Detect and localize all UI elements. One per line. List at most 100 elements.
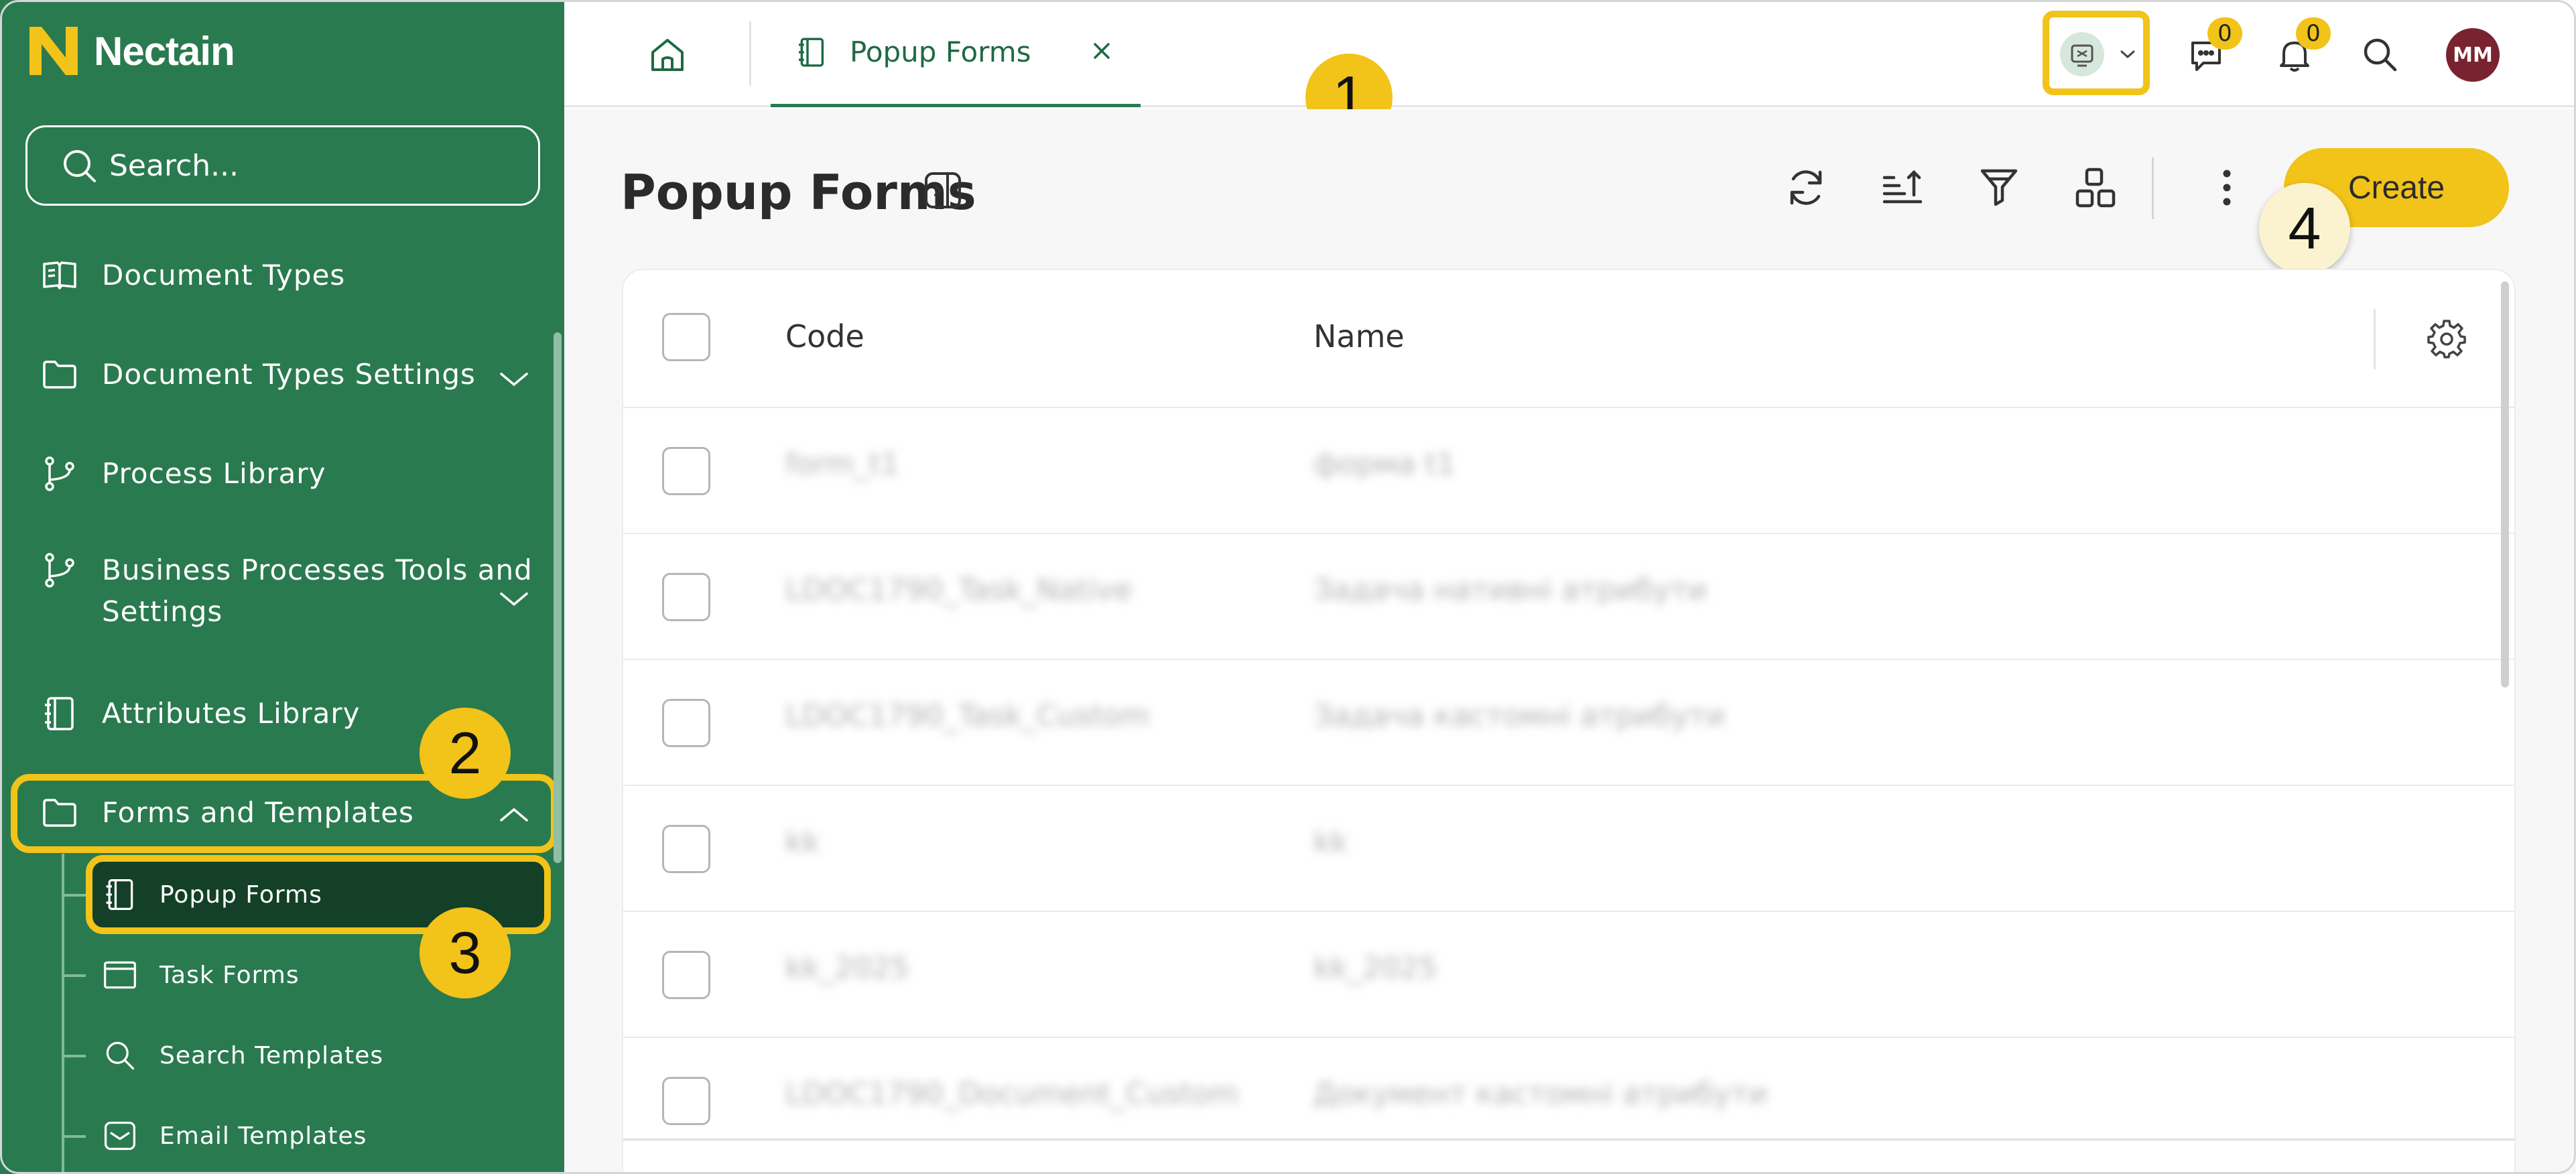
sidebar-subitem-popup-forms[interactable]: Popup Forms [102, 876, 322, 913]
workspace-switcher-icon[interactable] [2059, 31, 2106, 78]
sidebar-subitem-label: Email Templates [159, 1122, 367, 1150]
column-header-name[interactable]: Name [1313, 318, 1405, 354]
sidebar-item-label: Document Types Settings [102, 358, 476, 391]
cell-name: kk_2025 [1313, 951, 1437, 985]
table-row[interactable]: kk_2025 kk_2025 [623, 912, 2514, 1038]
column-header-code[interactable]: Code [785, 318, 864, 354]
row-checkbox[interactable] [662, 825, 710, 873]
search-placeholder: Search... [109, 148, 239, 183]
notebook-icon [799, 37, 824, 67]
cell-name: Документ кастомні атрибути [1313, 1077, 1768, 1111]
cell-name: kk [1313, 825, 1348, 859]
row-checkbox[interactable] [662, 699, 710, 747]
notebook-icon [106, 878, 133, 911]
sidebar-item-label: Attributes Library [102, 697, 361, 730]
messages-badge: 0 [2207, 17, 2242, 50]
notebook-icon [45, 697, 74, 730]
step-marker-2: 2 [420, 708, 511, 799]
search-icon [106, 1041, 135, 1070]
table-row[interactable]: LDOC1790_Task_Custom Задача кастомні атр… [623, 660, 2514, 786]
chevron-down-icon[interactable] [497, 362, 531, 395]
tab-popup-forms[interactable]: Popup Forms [771, 0, 1141, 107]
sidebar-item-label-line1: Business Processes Tools and [102, 553, 533, 586]
table-row[interactable]: form_t1 форма t1 [623, 408, 2514, 534]
refresh-icon[interactable] [1783, 164, 1829, 211]
search-icon[interactable] [2360, 35, 2400, 75]
brand-name: Nectain [94, 28, 235, 74]
sidebar-subitem-email-templates[interactable]: Email Templates [102, 1118, 367, 1154]
panel-toggle-icon[interactable] [922, 170, 964, 211]
chevron-down-icon[interactable] [2118, 44, 2138, 64]
table-scrollbar[interactable] [2501, 281, 2509, 688]
sidebar-subitem-label: Search Templates [159, 1041, 384, 1069]
home-icon[interactable] [647, 35, 688, 75]
window-icon [104, 961, 136, 989]
sidebar-subitem-label: Task Forms [159, 961, 300, 989]
mail-icon [104, 1121, 136, 1151]
close-icon[interactable] [1090, 39, 1114, 63]
table-row[interactable]: kk kk [623, 786, 2514, 912]
step-marker-3: 3 [420, 907, 511, 998]
sidebar-item-forms-and-templates[interactable]: Forms and Templates [40, 792, 550, 834]
sidebar-subitem-task-forms[interactable]: Task Forms [102, 957, 300, 993]
step-marker-4: 4 [2259, 183, 2350, 274]
git-branch-icon [45, 553, 74, 588]
brand-logo[interactable]: Nectain [29, 27, 235, 75]
table-row[interactable]: LDOC1790_Task_Native Задача нативні атри… [623, 534, 2514, 660]
sidebar: Nectain Search... Document Types Documen… [0, 0, 564, 1174]
cell-name: форма t1 [1313, 447, 1456, 481]
chevron-down-icon[interactable] [497, 582, 531, 615]
sort-icon[interactable] [1879, 164, 1926, 211]
chevron-up-icon[interactable] [497, 797, 531, 831]
sidebar-item-business-processes-tools[interactable]: Business Processes Tools and Settings [40, 551, 550, 633]
sidebar-item-document-types[interactable]: Document Types [40, 255, 550, 296]
cell-code: kk_2025 [785, 951, 909, 985]
sidebar-item-label: Forms and Templates [102, 796, 414, 829]
table-footer [623, 1138, 2514, 1174]
sidebar-item-label: Business Processes Tools and Settings [102, 549, 533, 633]
sidebar-search-input[interactable]: Search... [25, 125, 540, 206]
nectain-logo-icon [29, 27, 78, 75]
filter-icon[interactable] [1976, 164, 2022, 211]
sidebar-item-process-library[interactable]: Process Library [40, 453, 550, 495]
sidebar-item-label: Process Library [102, 457, 326, 490]
tree-branch [62, 1135, 86, 1138]
tree-connector [62, 854, 64, 1174]
cell-code: LDOC1790_Document_Custom [785, 1077, 1239, 1111]
header-divider [2374, 309, 2376, 369]
cell-code: LDOC1790_Task_Custom [785, 699, 1150, 733]
gear-icon[interactable] [2426, 317, 2467, 358]
select-all-checkbox[interactable] [662, 313, 710, 361]
cell-name: Задача кастомні атрибути [1313, 699, 1726, 733]
folder-icon [43, 799, 76, 827]
tree-branch [62, 894, 86, 897]
cell-name: Задача нативні атрибути [1313, 573, 1707, 607]
tree-branch [62, 974, 86, 977]
toolbar-divider [2152, 157, 2154, 219]
row-checkbox[interactable] [662, 951, 710, 999]
sidebar-scrollbar[interactable] [554, 332, 562, 863]
notifications-badge: 0 [2296, 17, 2331, 50]
sidebar-item-document-types-settings[interactable]: Document Types Settings [40, 354, 550, 395]
sidebar-subitem-search-templates[interactable]: Search Templates [102, 1037, 383, 1073]
data-table: Code Name form_t1 форма t1 LDOC1790_Task… [622, 269, 2516, 1174]
sidebar-subitem-label: Popup Forms [159, 880, 322, 909]
main-content: Popup Forms Create 4 Code Name form_t1 ф… [564, 109, 2576, 1174]
row-checkbox[interactable] [662, 447, 710, 495]
sidebar-item-label: Document Types [102, 259, 346, 291]
folder-icon [43, 361, 76, 389]
search-icon [64, 150, 96, 182]
tab-divider [749, 21, 751, 86]
sidebar-item-label-line2: Settings [102, 595, 223, 628]
table-header: Code Name [623, 270, 2514, 408]
row-checkbox[interactable] [662, 573, 710, 621]
row-checkbox[interactable] [662, 1077, 710, 1125]
user-avatar[interactable]: MM [2446, 28, 2500, 82]
more-vertical-icon[interactable] [2203, 164, 2250, 211]
git-branch-icon [45, 456, 74, 491]
cell-code: kk [785, 825, 820, 859]
grid-view-icon[interactable] [2072, 164, 2119, 211]
top-bar: Popup Forms 0 0 MM 1 [564, 0, 2576, 141]
book-open-icon [43, 261, 76, 289]
tree-branch [62, 1055, 86, 1057]
